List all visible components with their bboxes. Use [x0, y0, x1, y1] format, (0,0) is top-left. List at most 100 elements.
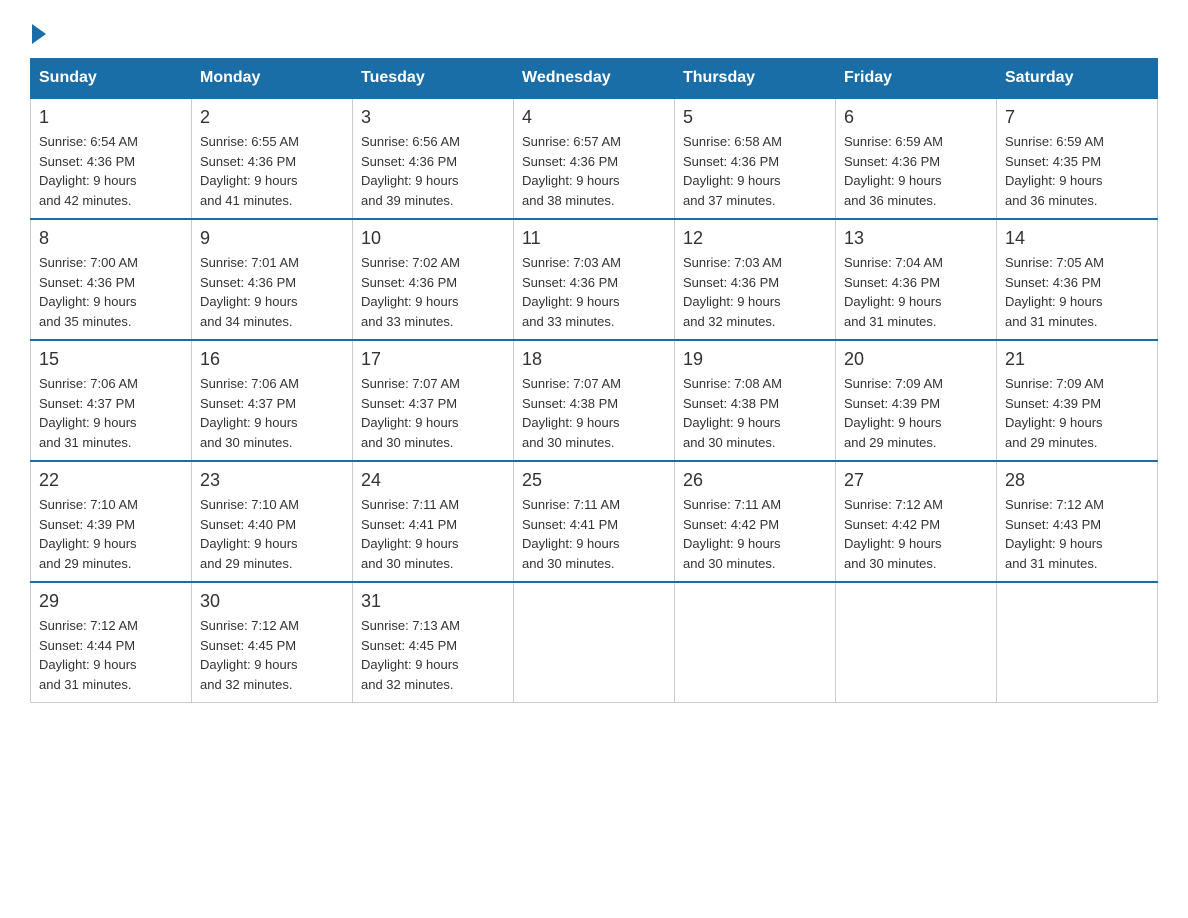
- day-cell-12: 12 Sunrise: 7:03 AM Sunset: 4:36 PM Dayl…: [675, 219, 836, 340]
- day-info: Sunrise: 7:07 AM Sunset: 4:37 PM Dayligh…: [361, 374, 505, 452]
- day-info: Sunrise: 6:56 AM Sunset: 4:36 PM Dayligh…: [361, 132, 505, 210]
- header-monday: Monday: [192, 59, 353, 99]
- day-number: 23: [200, 470, 344, 491]
- day-info: Sunrise: 6:57 AM Sunset: 4:36 PM Dayligh…: [522, 132, 666, 210]
- week-row-3: 15 Sunrise: 7:06 AM Sunset: 4:37 PM Dayl…: [31, 340, 1158, 461]
- day-cell-25: 25 Sunrise: 7:11 AM Sunset: 4:41 PM Dayl…: [514, 461, 675, 582]
- day-cell-16: 16 Sunrise: 7:06 AM Sunset: 4:37 PM Dayl…: [192, 340, 353, 461]
- day-number: 31: [361, 591, 505, 612]
- day-number: 16: [200, 349, 344, 370]
- page-header: [30, 20, 1158, 38]
- day-cell-5: 5 Sunrise: 6:58 AM Sunset: 4:36 PM Dayli…: [675, 98, 836, 219]
- week-row-4: 22 Sunrise: 7:10 AM Sunset: 4:39 PM Dayl…: [31, 461, 1158, 582]
- day-info: Sunrise: 7:03 AM Sunset: 4:36 PM Dayligh…: [522, 253, 666, 331]
- day-cell-15: 15 Sunrise: 7:06 AM Sunset: 4:37 PM Dayl…: [31, 340, 192, 461]
- day-cell-22: 22 Sunrise: 7:10 AM Sunset: 4:39 PM Dayl…: [31, 461, 192, 582]
- day-info: Sunrise: 6:55 AM Sunset: 4:36 PM Dayligh…: [200, 132, 344, 210]
- day-number: 27: [844, 470, 988, 491]
- day-info: Sunrise: 7:12 AM Sunset: 4:43 PM Dayligh…: [1005, 495, 1149, 573]
- day-number: 6: [844, 107, 988, 128]
- day-info: Sunrise: 7:09 AM Sunset: 4:39 PM Dayligh…: [844, 374, 988, 452]
- day-info: Sunrise: 7:12 AM Sunset: 4:42 PM Dayligh…: [844, 495, 988, 573]
- day-number: 17: [361, 349, 505, 370]
- day-info: Sunrise: 7:06 AM Sunset: 4:37 PM Dayligh…: [200, 374, 344, 452]
- day-number: 25: [522, 470, 666, 491]
- day-cell-18: 18 Sunrise: 7:07 AM Sunset: 4:38 PM Dayl…: [514, 340, 675, 461]
- week-row-2: 8 Sunrise: 7:00 AM Sunset: 4:36 PM Dayli…: [31, 219, 1158, 340]
- day-number: 20: [844, 349, 988, 370]
- day-info: Sunrise: 7:08 AM Sunset: 4:38 PM Dayligh…: [683, 374, 827, 452]
- day-cell-19: 19 Sunrise: 7:08 AM Sunset: 4:38 PM Dayl…: [675, 340, 836, 461]
- day-info: Sunrise: 6:54 AM Sunset: 4:36 PM Dayligh…: [39, 132, 183, 210]
- day-number: 21: [1005, 349, 1149, 370]
- day-cell-11: 11 Sunrise: 7:03 AM Sunset: 4:36 PM Dayl…: [514, 219, 675, 340]
- day-cell-2: 2 Sunrise: 6:55 AM Sunset: 4:36 PM Dayli…: [192, 98, 353, 219]
- empty-cell: [836, 582, 997, 703]
- day-cell-6: 6 Sunrise: 6:59 AM Sunset: 4:36 PM Dayli…: [836, 98, 997, 219]
- day-cell-17: 17 Sunrise: 7:07 AM Sunset: 4:37 PM Dayl…: [353, 340, 514, 461]
- day-info: Sunrise: 7:11 AM Sunset: 4:42 PM Dayligh…: [683, 495, 827, 573]
- day-cell-20: 20 Sunrise: 7:09 AM Sunset: 4:39 PM Dayl…: [836, 340, 997, 461]
- day-info: Sunrise: 7:00 AM Sunset: 4:36 PM Dayligh…: [39, 253, 183, 331]
- logo: [30, 20, 46, 38]
- empty-cell: [997, 582, 1158, 703]
- header-tuesday: Tuesday: [353, 59, 514, 99]
- day-cell-7: 7 Sunrise: 6:59 AM Sunset: 4:35 PM Dayli…: [997, 98, 1158, 219]
- day-number: 15: [39, 349, 183, 370]
- day-number: 29: [39, 591, 183, 612]
- day-cell-21: 21 Sunrise: 7:09 AM Sunset: 4:39 PM Dayl…: [997, 340, 1158, 461]
- day-info: Sunrise: 7:11 AM Sunset: 4:41 PM Dayligh…: [361, 495, 505, 573]
- day-number: 12: [683, 228, 827, 249]
- day-number: 9: [200, 228, 344, 249]
- day-info: Sunrise: 7:12 AM Sunset: 4:44 PM Dayligh…: [39, 616, 183, 694]
- header-saturday: Saturday: [997, 59, 1158, 99]
- day-info: Sunrise: 7:13 AM Sunset: 4:45 PM Dayligh…: [361, 616, 505, 694]
- day-cell-10: 10 Sunrise: 7:02 AM Sunset: 4:36 PM Dayl…: [353, 219, 514, 340]
- day-info: Sunrise: 7:02 AM Sunset: 4:36 PM Dayligh…: [361, 253, 505, 331]
- day-cell-3: 3 Sunrise: 6:56 AM Sunset: 4:36 PM Dayli…: [353, 98, 514, 219]
- day-number: 14: [1005, 228, 1149, 249]
- day-cell-30: 30 Sunrise: 7:12 AM Sunset: 4:45 PM Dayl…: [192, 582, 353, 703]
- day-cell-24: 24 Sunrise: 7:11 AM Sunset: 4:41 PM Dayl…: [353, 461, 514, 582]
- calendar-table: SundayMondayTuesdayWednesdayThursdayFrid…: [30, 58, 1158, 703]
- day-info: Sunrise: 7:04 AM Sunset: 4:36 PM Dayligh…: [844, 253, 988, 331]
- day-number: 8: [39, 228, 183, 249]
- day-number: 11: [522, 228, 666, 249]
- day-number: 26: [683, 470, 827, 491]
- empty-cell: [675, 582, 836, 703]
- day-info: Sunrise: 7:10 AM Sunset: 4:40 PM Dayligh…: [200, 495, 344, 573]
- day-number: 24: [361, 470, 505, 491]
- header-row: SundayMondayTuesdayWednesdayThursdayFrid…: [31, 59, 1158, 99]
- day-number: 18: [522, 349, 666, 370]
- day-info: Sunrise: 7:10 AM Sunset: 4:39 PM Dayligh…: [39, 495, 183, 573]
- day-info: Sunrise: 7:11 AM Sunset: 4:41 PM Dayligh…: [522, 495, 666, 573]
- day-info: Sunrise: 6:59 AM Sunset: 4:36 PM Dayligh…: [844, 132, 988, 210]
- day-info: Sunrise: 7:05 AM Sunset: 4:36 PM Dayligh…: [1005, 253, 1149, 331]
- day-number: 3: [361, 107, 505, 128]
- header-thursday: Thursday: [675, 59, 836, 99]
- day-info: Sunrise: 7:03 AM Sunset: 4:36 PM Dayligh…: [683, 253, 827, 331]
- week-row-1: 1 Sunrise: 6:54 AM Sunset: 4:36 PM Dayli…: [31, 98, 1158, 219]
- day-number: 28: [1005, 470, 1149, 491]
- day-cell-26: 26 Sunrise: 7:11 AM Sunset: 4:42 PM Dayl…: [675, 461, 836, 582]
- day-number: 5: [683, 107, 827, 128]
- day-cell-28: 28 Sunrise: 7:12 AM Sunset: 4:43 PM Dayl…: [997, 461, 1158, 582]
- day-number: 30: [200, 591, 344, 612]
- day-number: 19: [683, 349, 827, 370]
- day-number: 10: [361, 228, 505, 249]
- empty-cell: [514, 582, 675, 703]
- day-number: 2: [200, 107, 344, 128]
- day-cell-8: 8 Sunrise: 7:00 AM Sunset: 4:36 PM Dayli…: [31, 219, 192, 340]
- week-row-5: 29 Sunrise: 7:12 AM Sunset: 4:44 PM Dayl…: [31, 582, 1158, 703]
- day-number: 22: [39, 470, 183, 491]
- day-cell-9: 9 Sunrise: 7:01 AM Sunset: 4:36 PM Dayli…: [192, 219, 353, 340]
- day-cell-14: 14 Sunrise: 7:05 AM Sunset: 4:36 PM Dayl…: [997, 219, 1158, 340]
- day-cell-31: 31 Sunrise: 7:13 AM Sunset: 4:45 PM Dayl…: [353, 582, 514, 703]
- day-cell-27: 27 Sunrise: 7:12 AM Sunset: 4:42 PM Dayl…: [836, 461, 997, 582]
- day-cell-4: 4 Sunrise: 6:57 AM Sunset: 4:36 PM Dayli…: [514, 98, 675, 219]
- day-number: 1: [39, 107, 183, 128]
- day-number: 13: [844, 228, 988, 249]
- day-cell-13: 13 Sunrise: 7:04 AM Sunset: 4:36 PM Dayl…: [836, 219, 997, 340]
- day-info: Sunrise: 6:58 AM Sunset: 4:36 PM Dayligh…: [683, 132, 827, 210]
- header-friday: Friday: [836, 59, 997, 99]
